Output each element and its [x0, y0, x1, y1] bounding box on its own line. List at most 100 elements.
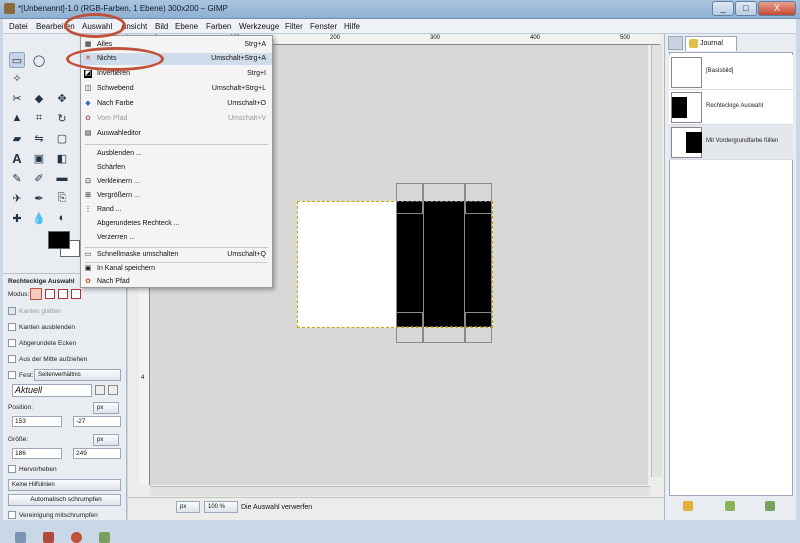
- menu-farben[interactable]: Farben: [206, 22, 231, 31]
- hervorheben-checkbox[interactable]: [8, 465, 16, 473]
- zoom-select[interactable]: 100 %: [204, 501, 238, 513]
- menu-filter[interactable]: Filter: [285, 22, 303, 31]
- aktuell-field[interactable]: Aktuell: [12, 384, 92, 397]
- mode-add-icon[interactable]: [45, 289, 55, 299]
- scissors-tool-icon[interactable]: ✂: [9, 90, 25, 106]
- maximize-button[interactable]: □: [735, 1, 757, 16]
- vereinigung-checkbox[interactable]: [8, 511, 16, 519]
- paintbrush-tool-icon[interactable]: ✐: [31, 170, 47, 186]
- restore-options-icon[interactable]: [43, 532, 54, 543]
- kanten-ausblenden-checkbox[interactable]: [8, 323, 16, 331]
- mode-replace-icon[interactable]: [30, 288, 42, 300]
- menu-item-nach-pfad[interactable]: ✿ Nach Pfad: [81, 276, 272, 288]
- fuzzy-select-tool-icon[interactable]: ✧: [9, 70, 25, 86]
- menu-hilfe[interactable]: Hilfe: [344, 22, 360, 31]
- menu-item-rand[interactable]: ⋮ Rand ...: [81, 204, 272, 216]
- menu-item-auswahleditor[interactable]: ▤ Auswahleditor: [81, 128, 272, 140]
- crop-tool-icon[interactable]: ⌗: [31, 110, 47, 126]
- status-unit-select[interactable]: px: [176, 501, 200, 513]
- menu-werkzeuge[interactable]: Werkzeuge: [239, 22, 279, 31]
- menu-item-in-kanal-speichern[interactable]: ▣ In Kanal speichern: [81, 263, 272, 275]
- menu-datei[interactable]: Datei: [9, 22, 28, 31]
- aspect-landscape-icon[interactable]: [108, 385, 118, 395]
- ink-tool-icon[interactable]: ✒: [31, 190, 47, 206]
- delete-options-icon[interactable]: [71, 532, 82, 543]
- eraser-tool-icon[interactable]: ▬: [54, 170, 70, 186]
- auto-shrink-button[interactable]: Automatisch schrumpfen: [8, 494, 121, 506]
- clone-tool-icon[interactable]: ⎘: [54, 190, 70, 206]
- journal-tab[interactable]: Journal: [685, 36, 737, 51]
- kanten-glaetten-checkbox[interactable]: [8, 307, 16, 315]
- move-tool-icon[interactable]: ✥: [54, 90, 70, 106]
- heal-tool-icon[interactable]: ✚: [9, 210, 25, 226]
- ruler-top-label: 200: [330, 35, 341, 41]
- rotate-tool-icon[interactable]: ↻: [54, 110, 70, 126]
- menu-item-nach-farbe[interactable]: ◆ Nach Farbe Umschalt+O: [81, 98, 272, 110]
- redo-icon[interactable]: [725, 501, 735, 511]
- position-y-field[interactable]: -27: [73, 416, 121, 427]
- menu-item-verkleinern[interactable]: ⊡ Verkleinern ...: [81, 176, 272, 188]
- reset-options-icon[interactable]: [99, 532, 110, 543]
- aspect-portrait-icon[interactable]: [95, 385, 105, 395]
- minimize-button[interactable]: _: [712, 1, 734, 16]
- position-unit-select[interactable]: px: [93, 402, 119, 414]
- foreground-select-tool-icon[interactable]: ◆: [31, 90, 47, 106]
- fest-select[interactable]: Seitenverhältnis: [34, 369, 121, 381]
- ellipse-select-tool-icon[interactable]: ◯: [31, 52, 47, 68]
- rect-select-handle-nw[interactable]: [396, 183, 423, 214]
- position-label: Position:: [8, 404, 33, 411]
- mode-intersect-icon[interactable]: [71, 289, 81, 299]
- rect-select-handle-sw[interactable]: [396, 312, 423, 343]
- undo-icon[interactable]: [683, 501, 693, 511]
- menu-item-verzerren[interactable]: Verzerren ...: [81, 232, 272, 244]
- menu-bild[interactable]: Bild: [155, 22, 168, 31]
- clear-history-icon[interactable]: [765, 501, 775, 511]
- menu-item-vom-pfad[interactable]: ✿ Vom Pfad Umschalt+V: [81, 113, 272, 125]
- journal-entry-active[interactable]: Mit Vordergrundfarbe füllen: [669, 125, 793, 160]
- image-tab-icon[interactable]: [668, 36, 683, 50]
- text-tool-icon[interactable]: A: [9, 150, 25, 166]
- rect-select-handle-ne[interactable]: [465, 183, 492, 214]
- menu-separator: [85, 144, 268, 145]
- hilfslinien-select[interactable]: Keine Hilfslinien: [8, 479, 121, 491]
- ruler-top-label: 300: [430, 35, 441, 41]
- menu-item-schwebend[interactable]: ◫ Schwebend Umschalt+Strg+L: [81, 83, 272, 95]
- menu-item-abgerundetes-rechteck[interactable]: Abgerundetes Rechteck ...: [81, 218, 272, 230]
- position-x-field[interactable]: 153: [12, 416, 62, 427]
- menu-item-ausblenden[interactable]: Ausblenden ...: [81, 148, 272, 160]
- journal-tab-icon: [689, 39, 698, 48]
- size-width-field[interactable]: 186: [12, 448, 62, 459]
- airbrush-tool-icon[interactable]: ✈: [9, 190, 25, 206]
- flip-tool-icon[interactable]: ⇋: [31, 130, 47, 146]
- aus-der-mitte-checkbox[interactable]: [8, 355, 16, 363]
- menu-item-vergroessern[interactable]: ⊞ Vergrößern ...: [81, 190, 272, 202]
- rect-select-tool-icon[interactable]: ▭: [9, 52, 25, 68]
- pencil-tool-icon[interactable]: ✎: [9, 170, 25, 186]
- blend-tool-icon[interactable]: ◧: [54, 150, 70, 166]
- size-unit-select[interactable]: px: [93, 434, 119, 446]
- size-height-field[interactable]: 249: [73, 448, 121, 459]
- menu-ebene[interactable]: Ebene: [175, 22, 198, 31]
- menu-fenster[interactable]: Fenster: [310, 22, 337, 31]
- journal-entry[interactable]: [Basisbild]: [669, 55, 793, 90]
- perspective-tool-icon[interactable]: ▰: [9, 130, 25, 146]
- menu-item-schaerfen[interactable]: Schärfen: [81, 162, 272, 174]
- fest-checkbox[interactable]: [8, 371, 16, 379]
- menu-item-schnellmaske[interactable]: ▭ Schnellmaske umschalten Umschalt+Q: [81, 249, 272, 261]
- journal-panel: Journal [Basisbild] Rechteckige Auswahl …: [664, 34, 796, 520]
- smudge-tool-icon[interactable]: 💧: [31, 210, 47, 226]
- close-button[interactable]: X: [758, 1, 796, 16]
- editor-icon: ▤: [84, 130, 92, 137]
- mode-subtract-icon[interactable]: [58, 289, 68, 299]
- rect-select-handle-se[interactable]: [465, 312, 492, 343]
- align-tool-icon[interactable]: ▲: [9, 110, 25, 126]
- foreground-color-swatch[interactable]: [48, 231, 70, 249]
- vertical-scrollbar[interactable]: [651, 45, 662, 477]
- abgerundete-ecken-checkbox[interactable]: [8, 339, 16, 347]
- bucket-fill-tool-icon[interactable]: ▣: [31, 150, 47, 166]
- horizontal-scrollbar[interactable]: [150, 486, 650, 496]
- dodge-burn-tool-icon[interactable]: ◐: [54, 210, 70, 226]
- journal-entry[interactable]: Rechteckige Auswahl: [669, 90, 793, 125]
- save-options-icon[interactable]: [15, 532, 26, 543]
- cage-tool-icon[interactable]: ▢: [54, 130, 70, 146]
